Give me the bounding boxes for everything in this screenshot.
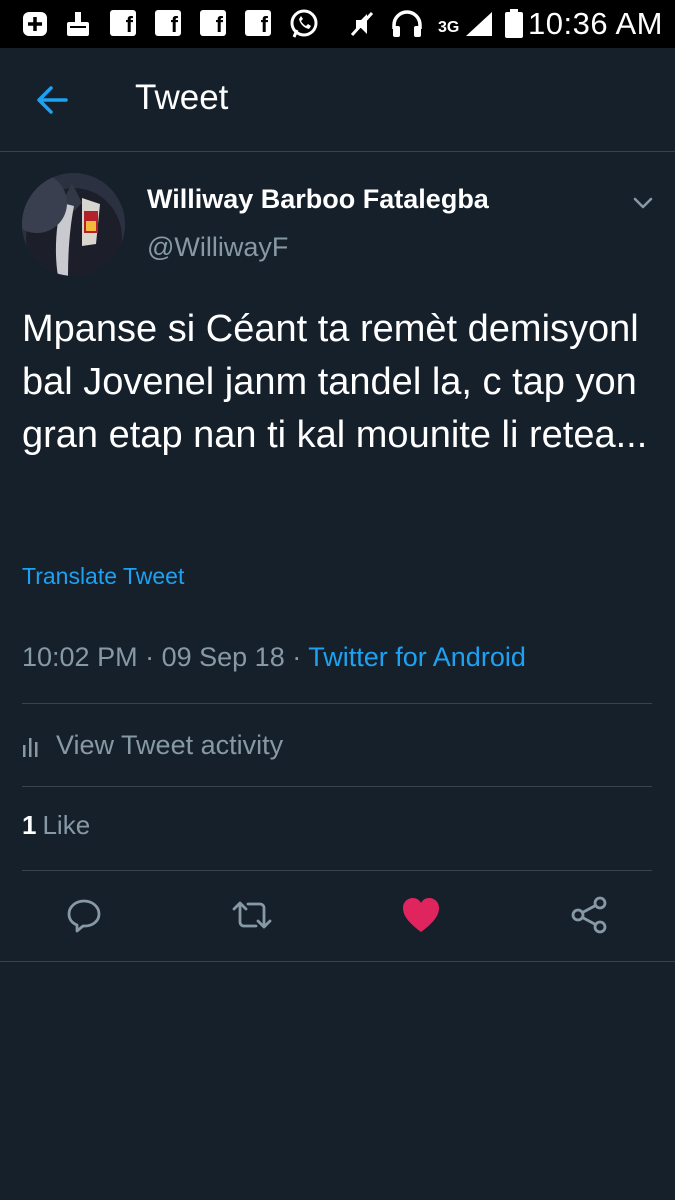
meta-separator: · <box>292 642 302 672</box>
tweet-time: 10:02 PM <box>22 642 138 672</box>
share-button[interactable] <box>567 893 611 937</box>
signal-icon: 3G <box>438 10 496 38</box>
whatsapp-icon <box>288 9 320 38</box>
reply-icon <box>67 899 101 933</box>
translate-tweet-link[interactable]: Translate Tweet <box>22 563 184 590</box>
author-handle[interactable]: @WilliwayF <box>147 232 288 263</box>
tweet-meta: 10:02 PM · 09 Sep 18 · Twitter for Andro… <box>22 642 526 673</box>
share-icon <box>571 896 607 934</box>
battery-icon <box>504 9 524 38</box>
muted-icon <box>348 10 376 38</box>
cleaner-icon <box>64 10 92 38</box>
add-box-icon <box>22 10 48 38</box>
app-bar: Tweet <box>0 48 675 152</box>
tweet-date: 09 Sep 18 <box>161 642 285 672</box>
facebook-icon: f <box>110 10 136 36</box>
view-tweet-activity-label: View Tweet activity <box>56 729 284 760</box>
reply-button[interactable] <box>62 893 106 937</box>
facebook-icon: f <box>200 10 226 36</box>
author-name[interactable]: Williway Barboo Fatalegba <box>147 184 489 215</box>
meta-separator: · <box>145 642 155 672</box>
status-time: 10:36 AM <box>528 6 663 41</box>
retweet-button[interactable] <box>230 893 274 937</box>
arrow-left-icon <box>37 86 68 114</box>
like-count-label: Like <box>42 810 91 840</box>
heart-icon <box>403 898 439 932</box>
divider <box>22 870 652 871</box>
avatar[interactable] <box>22 173 125 276</box>
back-button[interactable] <box>32 80 72 120</box>
network-label: 3G <box>438 19 460 36</box>
like-button[interactable] <box>399 893 443 937</box>
facebook-icon: f <box>245 10 271 36</box>
divider <box>0 961 675 962</box>
tweet-options-button[interactable] <box>630 190 656 216</box>
activity-chart-icon <box>23 738 38 757</box>
divider <box>22 786 652 787</box>
retweet-icon <box>232 901 272 929</box>
view-tweet-activity-button[interactable]: View Tweet activity <box>22 728 283 762</box>
chevron-down-icon <box>633 197 653 209</box>
tweet-source-link[interactable]: Twitter for Android <box>308 642 526 672</box>
tweet-text: Mpanse si Céant ta remèt demisyonl bal J… <box>22 308 648 456</box>
facebook-icon: f <box>155 10 181 36</box>
like-count-number: 1 <box>22 810 37 840</box>
divider <box>22 703 652 704</box>
status-bar: f f f f 3G 10:36 AM <box>0 0 675 48</box>
likes-count[interactable]: 1 Like <box>22 810 90 841</box>
headset-icon <box>390 10 424 38</box>
page-title: Tweet <box>135 78 229 117</box>
